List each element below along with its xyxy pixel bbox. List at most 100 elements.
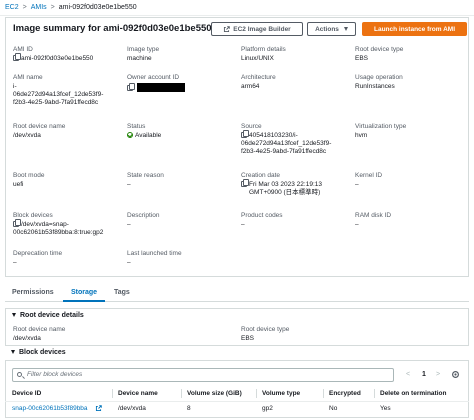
page-title: Image summary for ami-092f0d03e0e1be550	[13, 23, 212, 34]
field-root-device-type: Root device type EBS	[355, 46, 465, 63]
field-value: Linux/UNIX	[241, 55, 274, 62]
field-value: RunInstances	[355, 83, 395, 90]
table-divider	[5, 401, 469, 402]
column-header-volume-type[interactable]: Volume type	[262, 390, 300, 397]
field-image-type: Image type machine	[127, 46, 237, 63]
field-label: Status	[127, 123, 146, 130]
prev-page-button[interactable]: <	[406, 371, 410, 378]
column-header-device-id[interactable]: Device ID	[12, 390, 41, 397]
table-cell-encrypted: No	[329, 405, 338, 412]
image-summary-panel: Image summary for ami-092f0d03e0e1be550 …	[5, 17, 469, 277]
field-label: Creation date	[241, 172, 281, 179]
column-header-encrypted[interactable]: Encrypted	[329, 390, 361, 397]
field-label: Deprecation time	[13, 250, 63, 257]
field-value: /dev/xvda=snap- 00c62061b53f89bba:8:true…	[13, 219, 104, 236]
field-value: /dev/xvda	[13, 132, 41, 139]
tab-storage[interactable]: Storage	[71, 289, 97, 296]
field-ami-name: AMI name i- 06de272d94a13fcef_12de53f9- …	[13, 74, 123, 107]
settings-gear-icon[interactable]	[451, 370, 460, 379]
column-divider	[181, 389, 182, 398]
column-divider	[323, 389, 324, 398]
field-label: Last launched time	[127, 250, 182, 257]
field-value: arm64	[241, 83, 260, 90]
field-label: Block devices	[13, 212, 53, 219]
field-label: AMI name	[13, 74, 43, 81]
copy-icon[interactable]	[13, 53, 21, 61]
ec2-image-builder-button[interactable]: EC2 Image Builder	[211, 22, 303, 36]
table-cell-device-name: /dev/xvda	[118, 405, 146, 412]
field-boot-mode: Boot mode uefi	[13, 172, 123, 189]
breadcrumb-amis[interactable]: AMIs	[31, 4, 47, 11]
copy-icon[interactable]	[127, 83, 135, 91]
field-state-reason: State reason –	[127, 172, 237, 189]
field-block-devices: Block devices /dev/xvda=snap- 00c62061b5…	[13, 212, 123, 237]
field-value: uefi	[13, 181, 24, 188]
copy-icon[interactable]	[241, 130, 249, 138]
field-owner-account: Owner account ID	[127, 74, 237, 93]
column-header-delete-on-termination[interactable]: Delete on termination	[380, 390, 446, 397]
field-value: EBS	[241, 335, 255, 342]
breadcrumb-ec2[interactable]: EC2	[5, 4, 19, 11]
ec2-image-builder-label: EC2 Image Builder	[233, 25, 291, 33]
field-label: AMI ID	[13, 46, 33, 53]
launch-instance-button[interactable]: Launch instance from AMI	[362, 22, 467, 36]
field-value: –	[127, 259, 131, 266]
field-ami-id: AMI ID ami-092f0d03e0e1be550	[13, 46, 123, 63]
field-ram-disk: RAM disk ID –	[355, 212, 465, 229]
field-label: Root device type	[241, 326, 290, 333]
field-value: /dev/xvda	[13, 335, 41, 342]
field-label: State reason	[127, 172, 164, 179]
field-label: Architecture	[241, 74, 276, 81]
copy-icon[interactable]	[13, 219, 21, 227]
field-label: Root device type	[355, 46, 404, 53]
field-label: Image type	[127, 46, 160, 53]
field-value: –	[13, 259, 17, 266]
field-deprecation-time: Deprecation time –	[13, 250, 123, 267]
external-link-icon[interactable]	[95, 405, 102, 412]
panel-header: Image summary for ami-092f0d03e0e1be550 …	[6, 18, 468, 40]
detail-tabs: Permissions Storage Tags	[5, 286, 469, 302]
page-number[interactable]: 1	[422, 371, 426, 378]
tab-permissions[interactable]: Permissions	[12, 289, 54, 296]
field-label: Boot mode	[13, 172, 45, 179]
table-cell-delete-on-termination: Yes	[380, 405, 391, 412]
block-devices-toggle[interactable]: Block devices	[11, 349, 66, 356]
column-header-device-name[interactable]: Device name	[118, 390, 158, 397]
field-label: Usage operation	[355, 74, 403, 81]
search-icon	[17, 372, 22, 377]
filter-block-devices-input[interactable]: Filter block devices	[12, 368, 394, 382]
breadcrumb-separator: >	[22, 4, 27, 11]
column-header-volume-size[interactable]: Volume size (GiB)	[187, 390, 242, 397]
device-id-link[interactable]: snap-00c62061b53f89bba	[12, 405, 88, 412]
breadcrumb-separator: >	[50, 4, 55, 11]
caret-down-icon	[12, 313, 16, 317]
column-divider	[256, 389, 257, 398]
root-device-section: Root device details Root device name /de…	[5, 308, 469, 346]
external-link-icon	[224, 25, 231, 32]
field-label: Description	[127, 212, 160, 219]
table-cell-volume-size: 8	[187, 405, 191, 412]
field-label: Product codes	[241, 212, 283, 219]
field-label: Kernel ID	[355, 172, 383, 179]
root-device-toggle[interactable]: Root device details	[12, 312, 84, 319]
field-label: Root device name	[13, 326, 66, 333]
actions-button[interactable]: Actions	[307, 22, 356, 36]
field-value: i- 06de272d94a13fcef_12de53f9- f2b3-4e25…	[13, 83, 104, 106]
tab-tags[interactable]: Tags	[114, 289, 130, 296]
copy-icon[interactable]	[241, 179, 249, 187]
active-tab-indicator	[63, 300, 105, 302]
field-label: RAM disk ID	[355, 212, 392, 219]
field-product-codes: Product codes –	[241, 212, 351, 229]
field-value: EBS	[355, 55, 369, 62]
table-cell-volume-type: gp2	[262, 405, 273, 412]
check-circle-icon	[127, 132, 133, 138]
field-value: machine	[127, 55, 152, 62]
actions-label: Actions	[315, 25, 339, 33]
field-value: hvm	[355, 132, 368, 139]
field-value: ami-092f0d03e0e1be550	[21, 55, 94, 62]
field-value: –	[127, 221, 131, 228]
next-page-button[interactable]: >	[436, 371, 440, 378]
field-value: 405418103230/i- 06de272d94a13fcef_12de53…	[241, 130, 332, 155]
field-root-name: Root device name /dev/xvda	[13, 326, 123, 343]
breadcrumb-current: ami-092f0d03e0e1be550	[58, 4, 137, 11]
